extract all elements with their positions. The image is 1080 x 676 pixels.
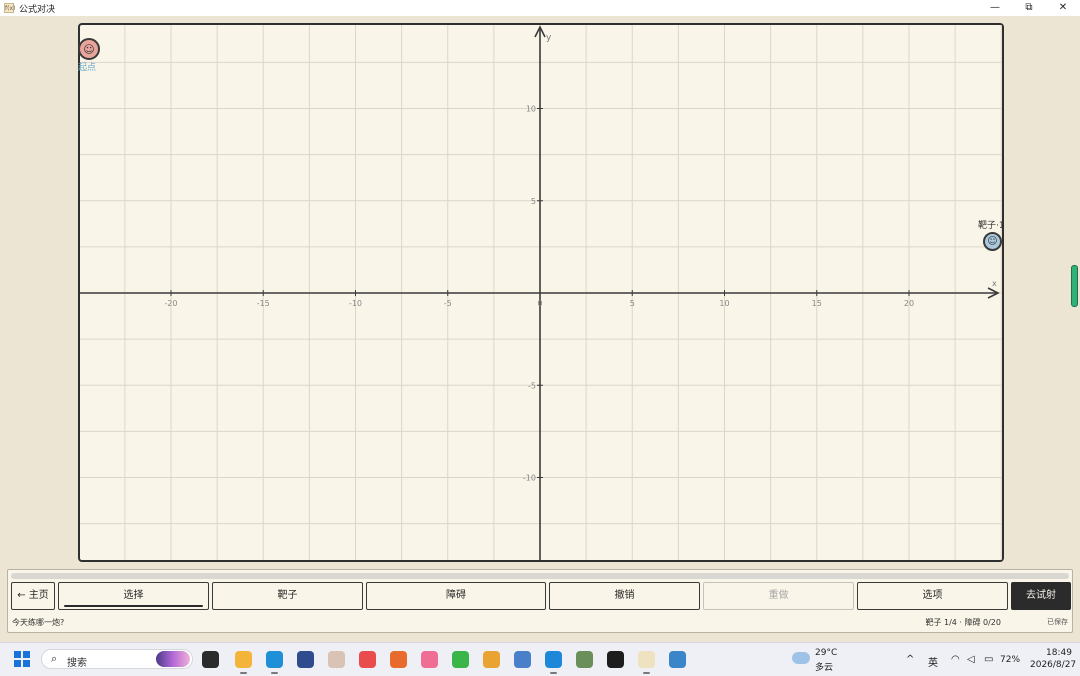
x-tick-label: 20 (904, 299, 914, 308)
restore-button[interactable]: ⧉ (1012, 0, 1046, 16)
select-tool-button[interactable]: 选择 (58, 582, 209, 610)
start-point-marker[interactable]: ☺ (78, 38, 100, 60)
start-point-label: 起点 (78, 63, 97, 73)
y-tick-label: 10 (526, 105, 536, 114)
search-highlight-image (156, 651, 190, 667)
bilibili-icon[interactable] (421, 651, 438, 668)
search-placeholder: 搜索 (67, 658, 87, 669)
obstacle-tool-button[interactable]: 障碍 (366, 582, 546, 610)
fx-app-icon: f(x) (4, 3, 16, 13)
notes-app-icon[interactable] (483, 651, 500, 668)
go-fire-button[interactable]: 去试射 (1011, 582, 1071, 610)
avatar-app-icon[interactable] (328, 651, 345, 668)
clock-time[interactable]: 18:49 (1046, 648, 1072, 658)
battery-icon[interactable]: ▭ (984, 654, 993, 665)
devtools-icon[interactable] (297, 651, 314, 668)
game-app-icon[interactable] (576, 651, 593, 668)
vscode-icon[interactable] (545, 651, 562, 674)
battery-percent[interactable]: 72% (1000, 655, 1020, 665)
saved-indicator: 已保存 (1047, 618, 1068, 626)
ime-indicator[interactable]: 英 (928, 654, 938, 669)
tool-panel-scrollbar[interactable] (11, 573, 1069, 579)
clock-date[interactable]: 2026/8/27 (1030, 660, 1076, 670)
status-counter: 靶子 1/4 · 障碍 0/20 (925, 618, 1001, 627)
side-scroll-handle[interactable] (1071, 265, 1078, 307)
x-tick-label: 5 (630, 299, 635, 308)
weather-temperature[interactable]: 29°C (815, 648, 837, 658)
y-tick-label: -10 (523, 474, 536, 483)
y-axis-label: y (546, 33, 552, 43)
board-area: x y -20 -15 -10 -5 0 5 10 15 20 -10 -5 5 10 ☺ 起点 靶子·1 … (0, 16, 1080, 566)
search-icon: ⌕ (51, 652, 58, 665)
target-marker[interactable]: ☺ (983, 232, 1002, 251)
edge-icon[interactable] (266, 651, 283, 674)
window-title: 公式对决 (19, 4, 56, 15)
top-app-icon[interactable] (607, 651, 624, 668)
y-tick-label: -5 (528, 381, 536, 390)
home-button[interactable]: ← 主页 (11, 582, 55, 610)
tray-chevron-icon[interactable]: ^ (906, 654, 914, 665)
coordinate-plot[interactable]: x y -20 -15 -10 -5 0 5 10 15 20 -10 -5 5 10 (78, 23, 1004, 562)
x-tick-label: -20 (164, 299, 177, 308)
x-axis-label: x (992, 279, 997, 288)
x-tick-label: 15 (812, 299, 822, 308)
x-tick-label: 10 (719, 299, 729, 308)
formula-duel-icon[interactable] (638, 651, 655, 674)
minimize-button[interactable]: — (978, 0, 1012, 16)
orange-app-icon[interactable] (390, 651, 407, 668)
undo-button[interactable]: 撤销 (549, 582, 700, 610)
file-explorer-icon[interactable] (235, 651, 252, 674)
taskbar: ⌕ 搜索 29°C 多云 ^ 英 ◠ ◁ ▭ 72% 18:49 2026/8/… (0, 642, 1080, 676)
wifi-icon[interactable]: ◠ (951, 654, 960, 665)
x-tick-label: -15 (257, 299, 270, 308)
hint-text: 今天练哪一炮? (12, 618, 65, 627)
speaker-icon[interactable]: ◁ (967, 654, 975, 665)
cloud-weather-icon[interactable] (792, 652, 810, 664)
tool-panel: ← 主页 选择 靶子 障碍 撤销 重做 选项 去试射 今天练哪一炮? 靶子 1/… (7, 569, 1073, 633)
f-app-icon[interactable] (359, 651, 376, 668)
x-tick-label: -10 (349, 299, 362, 308)
target-label: 靶子·1 (978, 221, 1005, 231)
taskbar-search-box[interactable]: ⌕ 搜索 (41, 649, 193, 669)
notepad-icon[interactable] (669, 651, 686, 668)
close-button[interactable]: ✕ (1046, 0, 1080, 16)
weather-description[interactable]: 多云 (815, 660, 833, 673)
redo-button[interactable]: 重做 (703, 582, 854, 610)
y-tick-label: 5 (531, 197, 536, 206)
x-tick-label: -5 (444, 299, 452, 308)
windows-start-icon[interactable] (14, 651, 30, 667)
options-button[interactable]: 选项 (857, 582, 1008, 610)
gear-bot-icon[interactable] (514, 651, 531, 668)
title-bar: f(x) 公式对决 — ⧉ ✕ (0, 0, 1080, 16)
x-tick-label: 0 (537, 299, 542, 308)
target-tool-button[interactable]: 靶子 (212, 582, 363, 610)
green-e-icon[interactable] (452, 651, 469, 668)
task-view-icon[interactable] (202, 651, 219, 668)
